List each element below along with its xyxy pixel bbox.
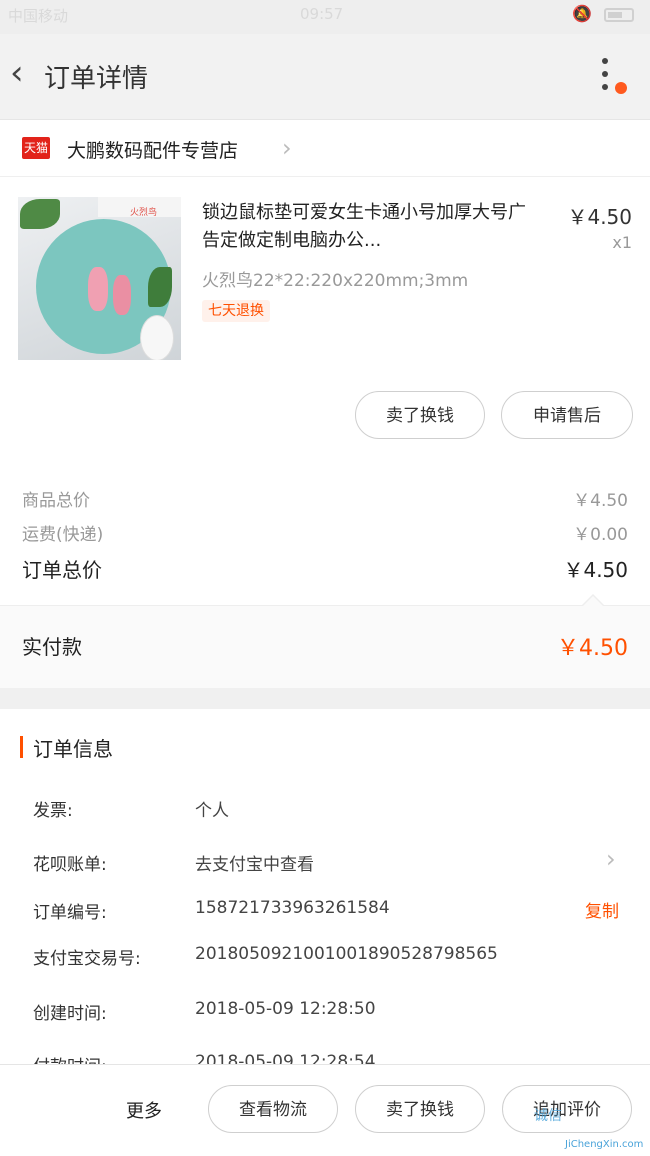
order-number-value: 158721733963261584 xyxy=(195,898,390,918)
shop-row[interactable]: 天猫 大鹏数码配件专营店 › xyxy=(0,120,650,177)
paid-label: 实付款 xyxy=(22,635,82,659)
carrier-label: 中国移动 xyxy=(8,7,69,25)
order-info-section: 订单信息 发票: 个人 花呗账单: 去支付宝中查看 › 订单编号: 158721… xyxy=(0,709,650,1077)
product-card: 火烈鸟 锁边鼠标垫可爱女生卡通小号加厚大号广告定做定制电脑办公... 火烈鸟22… xyxy=(0,177,650,462)
product-price: ￥4.50 xyxy=(567,205,632,229)
alipay-trade-value: 2018050921001001890528798565 xyxy=(195,944,498,964)
clock: 09:57 xyxy=(300,5,344,23)
after-sale-button[interactable]: 申请售后 xyxy=(501,391,633,439)
view-logistics-button[interactable]: 查看物流 xyxy=(208,1085,338,1133)
invoice-value: 个人 xyxy=(195,801,229,821)
image-brand-text: 火烈鸟 xyxy=(130,208,158,218)
battery-icon xyxy=(604,8,634,22)
shop-name[interactable]: 大鹏数码配件专营店 xyxy=(67,136,238,163)
sell-button[interactable]: 卖了换钱 xyxy=(355,1085,485,1133)
leaf-graphic xyxy=(148,267,172,307)
page-title: 订单详情 xyxy=(44,64,149,94)
more-menu-icon[interactable] xyxy=(596,58,616,98)
copy-button[interactable]: 复制 xyxy=(585,897,619,922)
shipping-value: ￥0.00 xyxy=(573,525,628,545)
shipping-label: 运费(快递) xyxy=(22,525,104,545)
chevron-right-icon[interactable]: › xyxy=(606,845,616,873)
order-total-value: ￥4.50 xyxy=(563,558,628,582)
order-number-label: 订单编号: xyxy=(33,903,107,923)
paid-value: ￥4.50 xyxy=(557,636,628,661)
invoice-label: 发票: xyxy=(33,801,73,821)
section-accent-bar xyxy=(20,736,23,758)
back-arrow-icon[interactable]: ‹ xyxy=(10,56,24,90)
mouse-graphic xyxy=(140,315,174,360)
watermark-text: 诚信 xyxy=(534,1108,562,1124)
goods-total-value: ￥4.50 xyxy=(573,491,628,511)
section-title: 订单信息 xyxy=(33,737,113,761)
paid-amount-row: 实付款 ￥4.50 xyxy=(0,605,650,688)
sell-button[interactable]: 卖了换钱 xyxy=(355,391,485,439)
nav-header: ‹ 订单详情 xyxy=(0,34,650,120)
price-summary: 商品总价 ￥4.50 运费(快递) ￥0.00 订单总价 ￥4.50 xyxy=(0,462,650,605)
flamingo-graphic xyxy=(88,267,108,311)
return-policy-badge: 七天退换 xyxy=(202,300,270,322)
alipay-trade-label: 支付宝交易号: xyxy=(33,949,141,969)
product-name[interactable]: 锁边鼠标垫可爱女生卡通小号加厚大号广告定做定制电脑办公... xyxy=(202,199,542,255)
huabei-link[interactable]: 去支付宝中查看 xyxy=(195,850,314,875)
tmall-badge-icon: 天猫 xyxy=(22,137,50,159)
leaf-graphic xyxy=(20,199,60,229)
flamingo-graphic xyxy=(113,275,131,315)
order-total-label: 订单总价 xyxy=(22,558,102,582)
product-spec: 火烈鸟22*22:220x220mm;3mm xyxy=(202,271,469,291)
notification-dot xyxy=(615,82,627,94)
watermark-site: JiChengXin.com xyxy=(565,1139,644,1150)
more-button[interactable]: 更多 xyxy=(126,1097,162,1123)
add-review-button[interactable]: 追加评价 xyxy=(502,1085,632,1133)
bell-muted-icon: 🔕 xyxy=(572,4,592,23)
created-time-label: 创建时间: xyxy=(33,1004,107,1024)
chevron-right-icon[interactable]: › xyxy=(282,134,292,162)
product-image[interactable]: 火烈鸟 xyxy=(18,197,181,360)
created-time-value: 2018-05-09 12:28:50 xyxy=(195,999,376,1019)
huabei-label: 花呗账单: xyxy=(33,855,107,875)
status-bar: 中国移动 09:57 🔕 xyxy=(0,0,650,34)
product-quantity: x1 xyxy=(612,233,632,252)
goods-total-label: 商品总价 xyxy=(22,491,90,511)
